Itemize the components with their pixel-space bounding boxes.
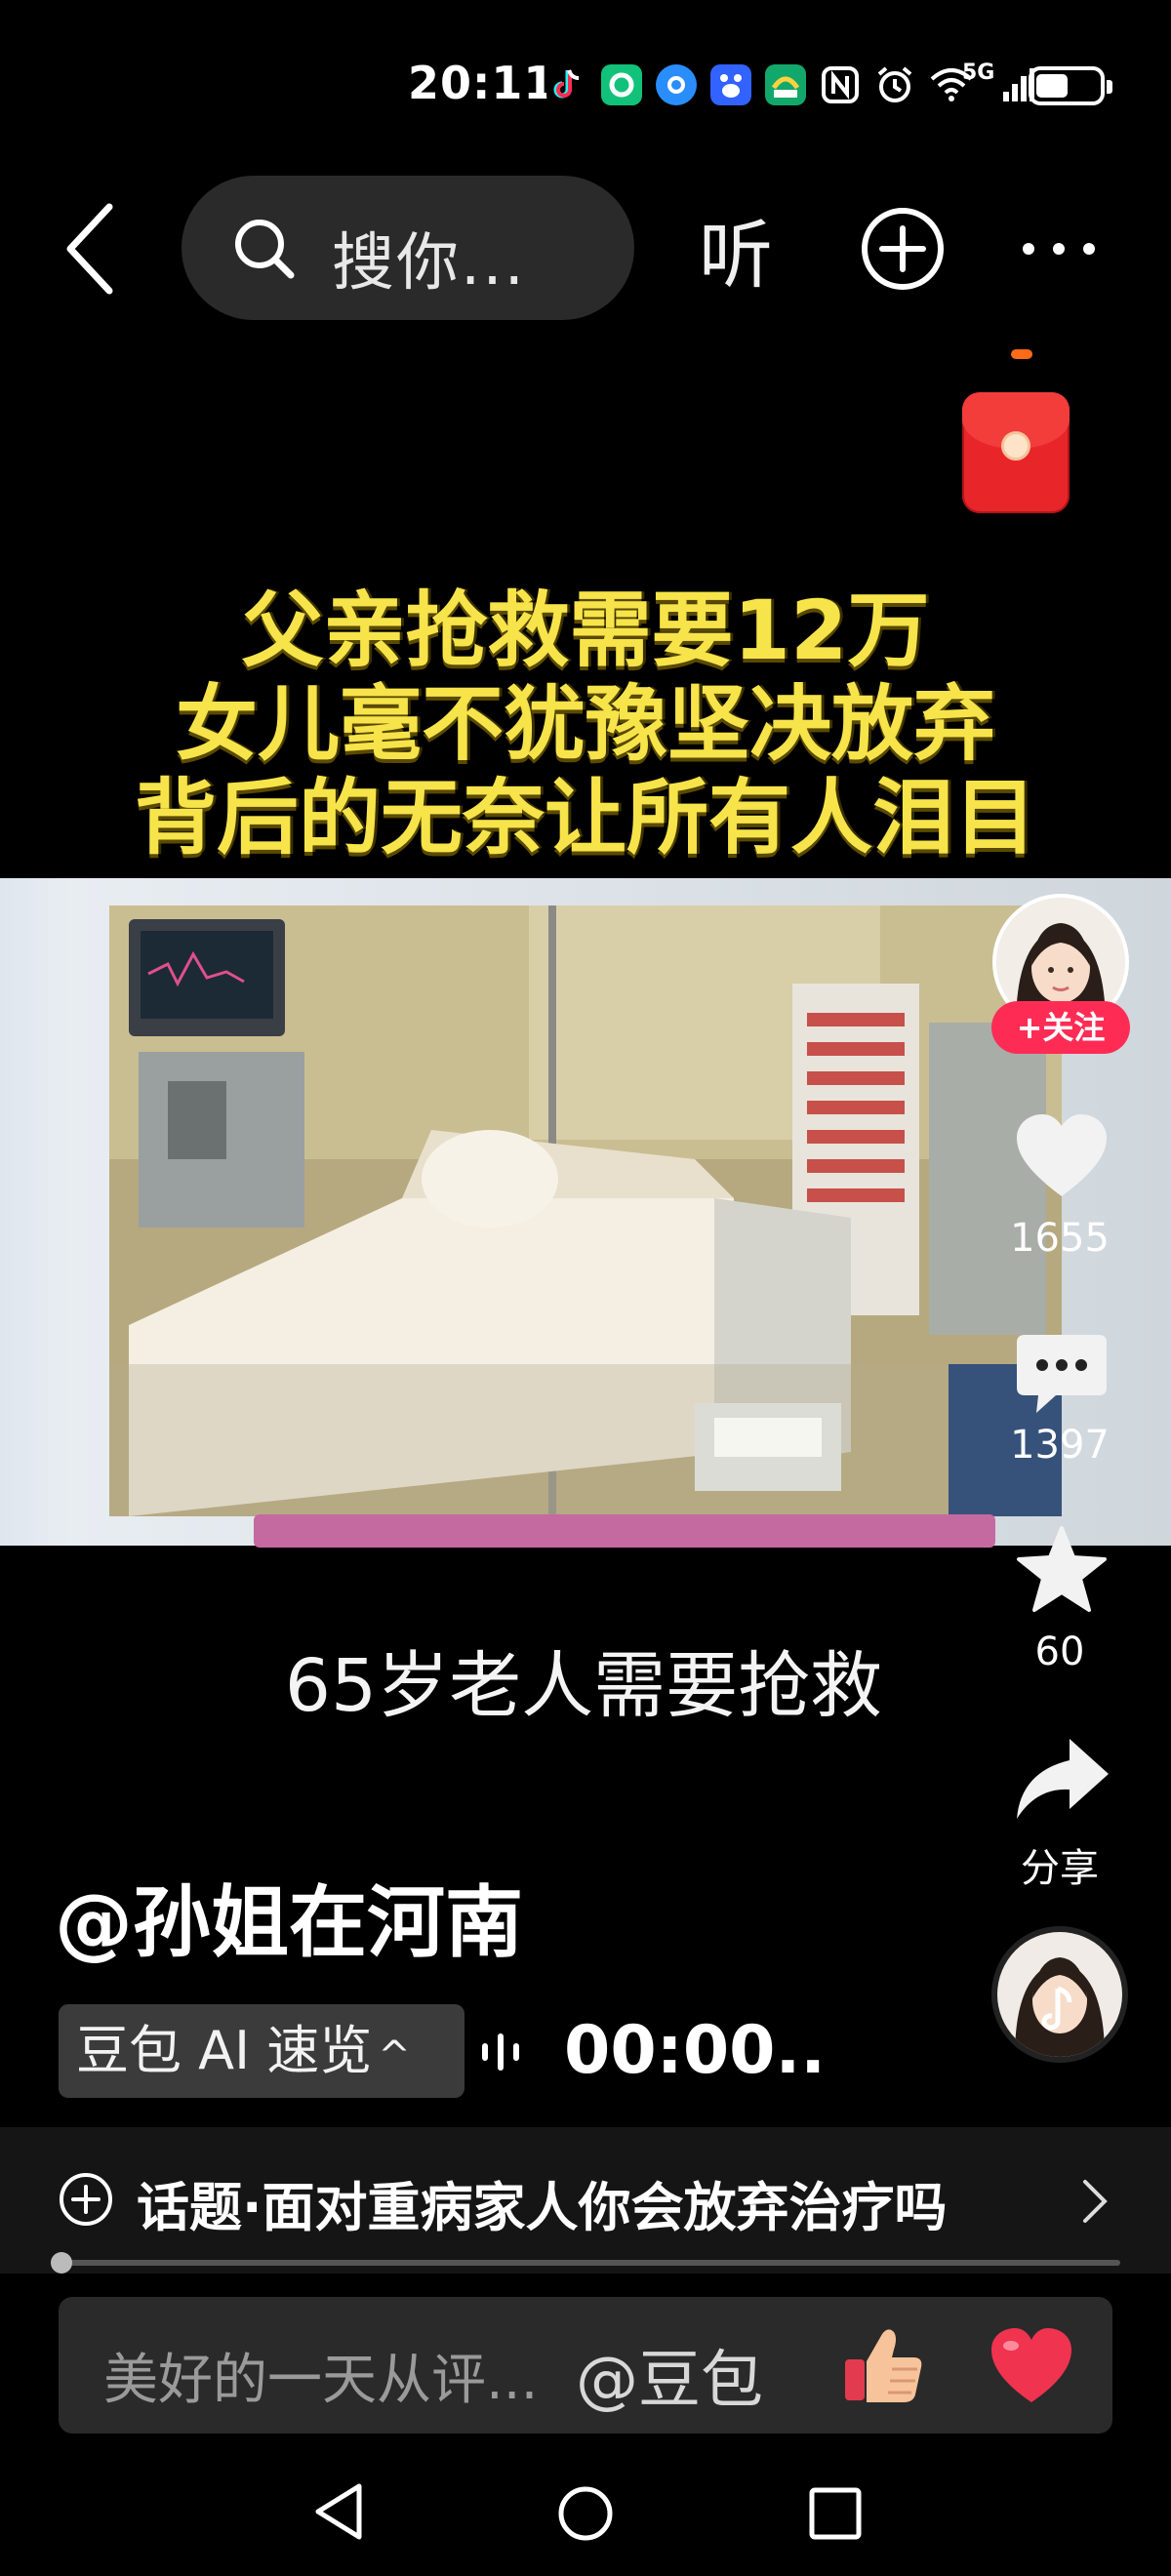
follow-button[interactable]: +关注 <box>991 1001 1130 1054</box>
chevron-right-icon <box>1083 2180 1108 2223</box>
back-button[interactable] <box>59 195 127 302</box>
status-time: 20:11 <box>408 57 556 109</box>
plus-circle-icon <box>862 208 944 290</box>
video-frame[interactable] <box>109 906 1062 1516</box>
favorite-button[interactable] <box>1011 1524 1112 1618</box>
ai-summary-label: 豆包 AI 速览 <box>76 2020 373 2081</box>
headline-line-1: 父亲抢救需要12万 <box>241 583 930 678</box>
hospital-scene-image <box>109 906 1062 1516</box>
comment-count: 1397 <box>1010 1423 1110 1468</box>
topic-bar[interactable]: 话题·面对重病家人你会放弃治疗吗 <box>0 2127 1171 2274</box>
mention-doubao-button[interactable]: @豆包 <box>576 2330 763 2420</box>
ai-summary-button[interactable]: 豆包 AI 速览 ^ <box>59 2004 464 2098</box>
red-envelope-icon[interactable] <box>962 392 1070 513</box>
headline-line-3: 背后的无奈让所有人泪目 <box>134 770 1036 865</box>
system-home-button[interactable] <box>556 2484 615 2543</box>
heart-emoji-icon[interactable] <box>988 2324 1075 2408</box>
search-input[interactable]: 搜你... <box>182 176 634 320</box>
battery-icon <box>1029 66 1112 105</box>
decorative-strip <box>254 1514 995 1548</box>
status-bar: 20:11 5G <box>0 0 1171 166</box>
comment-input[interactable]: 美好的一天从评... @豆包 <box>59 2297 1112 2434</box>
comment-icon <box>1017 1335 1107 1413</box>
baidu-icon <box>710 64 751 105</box>
system-recents-button[interactable] <box>806 2484 865 2543</box>
nfc-icon <box>820 64 861 105</box>
square-recents-icon <box>809 2487 862 2540</box>
music-avatar-image <box>997 1932 1122 2057</box>
status-icons <box>546 60 1034 109</box>
author-handle[interactable]: @孙姐在河南 <box>55 1860 523 1973</box>
music-disc[interactable] <box>991 1926 1128 2063</box>
plus-circle-icon <box>60 2173 112 2226</box>
audio-time: 00:00.. <box>564 2012 827 2089</box>
comment-button[interactable] <box>1011 1327 1112 1421</box>
douyin-icon <box>546 64 587 105</box>
heart-icon <box>1017 1114 1107 1196</box>
browser-icon <box>656 64 697 105</box>
share-label: 分享 <box>1021 1846 1099 1891</box>
share-button[interactable] <box>1011 1733 1112 1827</box>
audio-wave-icon <box>478 2030 533 2074</box>
share-icon <box>1017 1739 1109 1819</box>
ecommerce-icon <box>765 64 806 105</box>
headline-line-2: 女儿毫不犹豫坚决放弃 <box>175 676 995 772</box>
network-type: 5G <box>962 60 995 85</box>
envelope-indicator <box>1011 349 1032 359</box>
circle-home-icon <box>558 2486 613 2541</box>
triangle-back-icon <box>315 2483 362 2540</box>
progress-handle[interactable] <box>51 2252 72 2274</box>
chevron-up-icon: ^ <box>378 2033 411 2078</box>
thumbs-up-emoji-icon[interactable] <box>839 2320 927 2408</box>
listen-button[interactable]: 听 <box>699 195 773 302</box>
chevron-left-icon <box>66 203 113 295</box>
like-count: 1655 <box>1010 1216 1110 1261</box>
like-button[interactable] <box>1011 1110 1112 1204</box>
more-button[interactable] <box>1015 215 1103 283</box>
alarm-icon <box>874 64 915 105</box>
search-icon <box>235 220 295 279</box>
comment-placeholder: 美好的一天从评... <box>103 2349 539 2412</box>
search-placeholder: 搜你... <box>332 227 527 300</box>
more-icon <box>1023 243 1095 255</box>
progress-bar[interactable] <box>57 2260 1120 2266</box>
favorite-count: 60 <box>1034 1630 1085 1674</box>
star-icon <box>1017 1526 1107 1612</box>
add-button[interactable] <box>859 205 947 293</box>
wechat-pay-icon <box>601 64 642 105</box>
topic-text: 话题·面对重病家人你会放弃治疗吗 <box>137 2177 948 2238</box>
battery-fill <box>1036 74 1068 98</box>
system-back-button[interactable] <box>310 2480 369 2543</box>
video-headline: 父亲抢救需要12万 女儿毫不犹豫坚决放弃 背后的无奈让所有人泪目 <box>0 584 1171 865</box>
